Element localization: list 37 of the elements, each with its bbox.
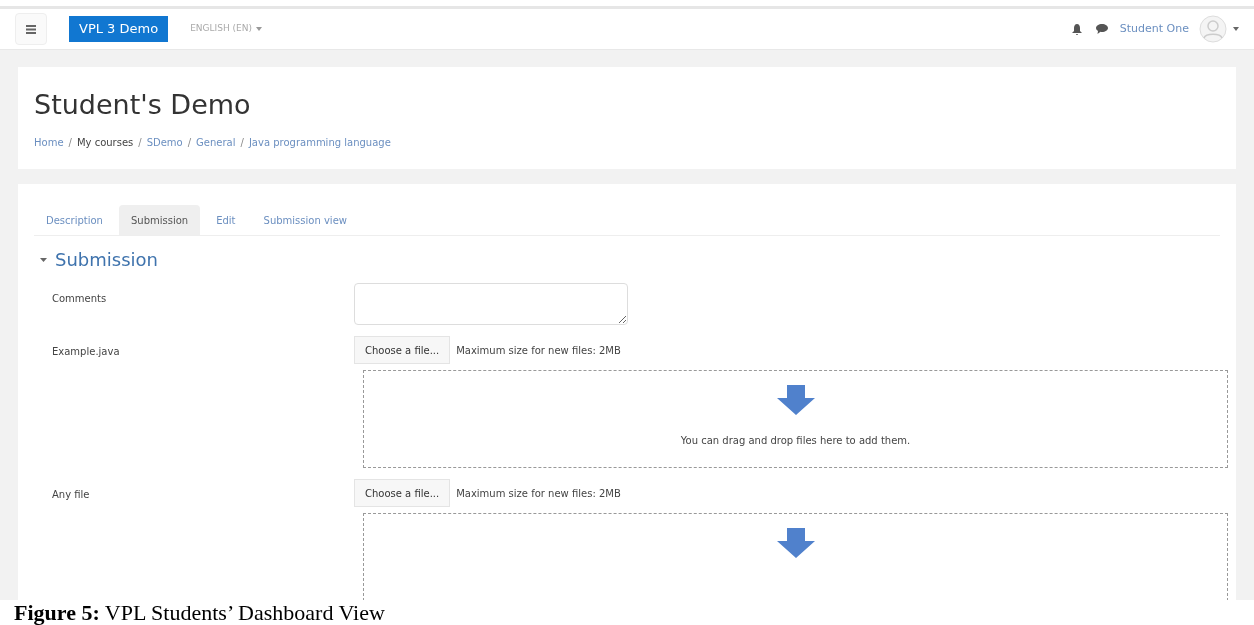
size-limit-note: Maximum size for new files: 2MB	[456, 486, 621, 501]
bell-icon[interactable]	[1071, 23, 1082, 35]
tab[interactable]: Submission	[118, 205, 201, 235]
chat-icon[interactable]	[1095, 24, 1108, 34]
brand-button[interactable]: VPL 3 Demo	[69, 16, 169, 42]
breadcrumb-link[interactable]: General	[196, 135, 236, 150]
choose-file-button[interactable]: Choose a file...	[354, 336, 451, 364]
breadcrumb-separator: /	[138, 136, 142, 150]
download-arrow-icon	[776, 528, 815, 558]
tab[interactable]: Submission view	[251, 205, 359, 235]
breadcrumb-link[interactable]: Java programming language	[248, 135, 391, 150]
breadcrumb-separator: /	[240, 136, 244, 150]
tab[interactable]: Description	[34, 205, 115, 235]
breadcrumb-link[interactable]: Home	[34, 135, 64, 150]
download-arrow-icon	[776, 385, 815, 415]
menu-button[interactable]	[15, 13, 47, 45]
caret-icon[interactable]	[1233, 27, 1239, 31]
breadcrumb-link[interactable]: SDemo	[146, 135, 183, 150]
tab[interactable]: Edit	[204, 205, 248, 235]
caret-icon	[256, 27, 262, 31]
page-title: Student's Demo	[34, 88, 252, 122]
breadcrumb-separator: /	[187, 136, 192, 150]
comments-input[interactable]	[354, 283, 628, 325]
size-limit-note: Maximum size for new files: 2MB	[456, 343, 621, 358]
section-heading[interactable]: Submission	[55, 246, 158, 273]
drop-zone-hint: You can drag and drop files here to add them.	[680, 434, 911, 448]
choose-file-button[interactable]: Choose a file...	[354, 479, 451, 507]
language-menu[interactable]: ENGLISH (EN)	[190, 22, 262, 36]
user-menu-link[interactable]: Student One	[1119, 20, 1189, 38]
breadcrumb-separator: /	[68, 136, 72, 150]
menu-icon	[26, 24, 36, 34]
field-label: Example.java	[51, 345, 121, 359]
caret-icon[interactable]	[40, 256, 47, 263]
field-label: Comments	[51, 292, 108, 306]
field-label: Any file	[51, 488, 91, 502]
breadcrumb-item: My courses	[76, 136, 134, 150]
drop-zone[interactable]: You can drag and drop files here to add them.	[363, 370, 1228, 468]
